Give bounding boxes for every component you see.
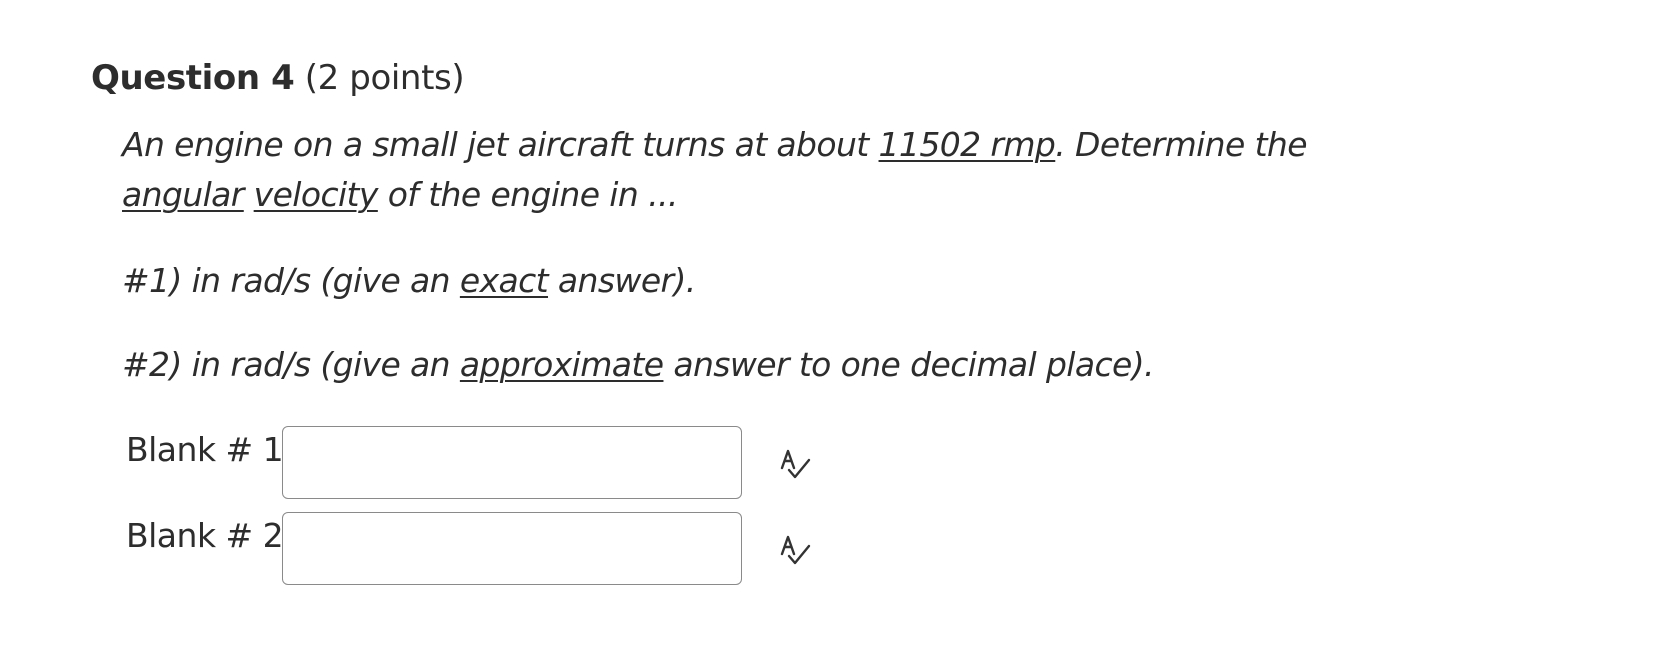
blank-1-input[interactable]	[282, 426, 742, 499]
question-header: Question 4 (2 points)	[91, 54, 465, 102]
subq2-prefix: #2) in rad/s (give an	[122, 345, 460, 384]
subq1-prefix: #1) in rad/s (give an	[122, 261, 460, 300]
sub-question-2: #2) in rad/s (give an approximate answer…	[122, 340, 1422, 390]
prompt-text-1: An engine on a small jet aircraft turns …	[122, 125, 879, 164]
subq2-emphasis: approximate	[459, 345, 664, 384]
question-title: Question 4	[91, 58, 295, 98]
spellcheck-icon-graphic	[780, 449, 811, 479]
subq2-suffix: answer to one decimal place).	[663, 345, 1154, 384]
blank-2-label: Blank # 2	[126, 516, 284, 555]
question-points: (2 points)	[304, 58, 465, 98]
spellcheck-icon[interactable]	[776, 530, 816, 570]
spellcheck-icon[interactable]	[776, 444, 816, 484]
blank-2-input[interactable]	[282, 512, 742, 585]
question-body: An engine on a small jet aircraft turns …	[122, 120, 1422, 390]
term-velocity: velocity	[253, 175, 379, 214]
prompt-text-2: . Determine the	[1055, 125, 1307, 164]
question-prompt: An engine on a small jet aircraft turns …	[122, 120, 1422, 220]
blank-1-label: Blank # 1	[126, 430, 284, 469]
prompt-text-3: of the engine in ...	[377, 175, 679, 214]
subq1-emphasis: exact	[459, 261, 549, 300]
subq1-suffix: answer).	[548, 261, 696, 300]
term-angular: angular	[122, 175, 244, 214]
rpm-value: 11502 rmp	[878, 125, 1056, 164]
sub-question-1: #1) in rad/s (give an exact answer).	[122, 256, 1422, 306]
spellcheck-icon-graphic	[780, 535, 811, 565]
